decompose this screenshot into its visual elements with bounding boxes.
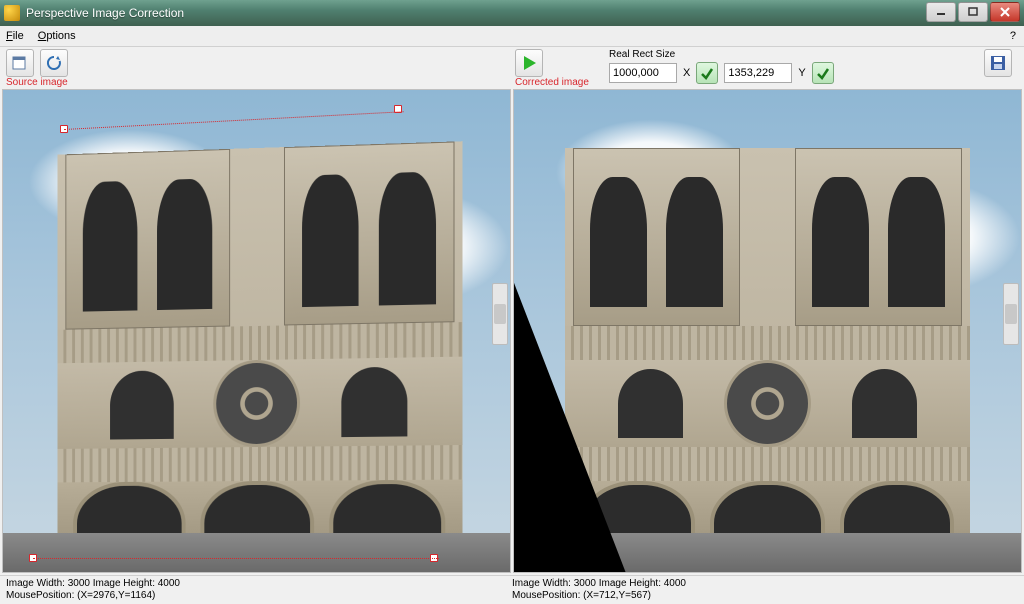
vertical-scrollbar[interactable] [1003, 283, 1019, 345]
app-window: Perspective Image Correction File Option… [0, 0, 1024, 604]
status-right: Image Width: 3000 Image Height: 4000 Mou… [512, 578, 1018, 604]
maximize-button[interactable] [958, 2, 988, 22]
minimize-icon [936, 7, 946, 17]
toolbar-left: Source image [6, 49, 509, 77]
gallery-band [57, 445, 462, 482]
real-rect-size-label: Real Rect Size [609, 49, 834, 60]
arch-window [852, 369, 917, 439]
rect-x-input[interactable] [609, 63, 677, 83]
menu-options[interactable]: Options [38, 30, 76, 42]
confirm-check-icon [700, 66, 714, 80]
building-facade [57, 141, 462, 572]
status-image-size-right: Image Width: 3000 Image Height: 4000 [512, 578, 1018, 590]
rose-window [213, 359, 300, 447]
real-rect-size-row: X Y [609, 62, 834, 84]
gallery-band [565, 326, 971, 360]
towers-row [57, 141, 462, 330]
toolbar: Source image Corrected image Real Rect S… [0, 47, 1024, 89]
source-pane [2, 89, 511, 573]
image-panes [0, 89, 1024, 575]
arch-window [341, 366, 407, 437]
source-image-label: Source image [6, 77, 68, 88]
maximize-icon [968, 7, 978, 17]
scrollbar-thumb[interactable] [494, 304, 506, 324]
corrected-image-label: Corrected image [515, 77, 589, 88]
save-icon [989, 54, 1007, 72]
rect-x-axis-label: X [683, 67, 690, 79]
run-button[interactable] [515, 49, 543, 77]
vertical-scrollbar[interactable] [492, 283, 508, 345]
rect-y-input[interactable] [724, 63, 792, 83]
tower-right [795, 148, 962, 326]
status-mouse-pos-left: MousePosition: (X=2976,Y=1164) [6, 590, 512, 602]
corrected-image-view[interactable] [514, 90, 1021, 572]
rose-window-row [565, 360, 971, 447]
tower-left [573, 148, 740, 326]
confirm-x-button[interactable] [696, 62, 718, 84]
window-controls [926, 2, 1020, 22]
status-image-size-left: Image Width: 3000 Image Height: 4000 [6, 578, 512, 590]
menu-help[interactable]: ? [1010, 30, 1016, 42]
tower-right [284, 141, 454, 325]
status-bar: Image Width: 3000 Image Height: 4000 Mou… [0, 575, 1024, 604]
arch-window [110, 370, 174, 440]
status-left: Image Width: 3000 Image Height: 4000 Mou… [6, 578, 512, 604]
open-file-button[interactable] [6, 49, 34, 77]
app-icon [4, 5, 20, 21]
arch-window [618, 369, 683, 439]
rose-window [724, 360, 811, 447]
building-facade [565, 148, 971, 572]
scrollbar-thumb[interactable] [1005, 304, 1017, 324]
minimize-button[interactable] [926, 2, 956, 22]
close-button[interactable] [990, 2, 1020, 22]
rose-window-row [57, 357, 462, 449]
toolbar-right: Corrected image Real Rect Size X Y [515, 49, 1018, 84]
app-title: Perspective Image Correction [26, 6, 184, 20]
refresh-button[interactable] [40, 49, 68, 77]
rect-y-axis-label: Y [798, 67, 805, 79]
towers-row [565, 148, 971, 326]
menu-file[interactable]: File [6, 30, 24, 42]
corrected-pane [513, 89, 1022, 573]
source-image-view[interactable] [3, 90, 510, 572]
close-icon [1000, 7, 1010, 17]
menubar: File Options ? [0, 26, 1024, 47]
selection-edge[interactable] [33, 558, 439, 559]
titlebar[interactable]: Perspective Image Correction [0, 0, 1024, 26]
tower-left [65, 149, 229, 330]
status-mouse-pos-right: MousePosition: (X=712,Y=567) [512, 590, 1018, 602]
open-file-icon [11, 54, 29, 72]
refresh-icon [45, 54, 63, 72]
gallery-band [565, 447, 971, 481]
save-button[interactable] [984, 49, 1012, 77]
confirm-y-button[interactable] [812, 62, 834, 84]
confirm-check-icon [816, 66, 830, 80]
run-icon [520, 54, 538, 72]
real-rect-size-group: Real Rect Size X Y [609, 49, 834, 84]
